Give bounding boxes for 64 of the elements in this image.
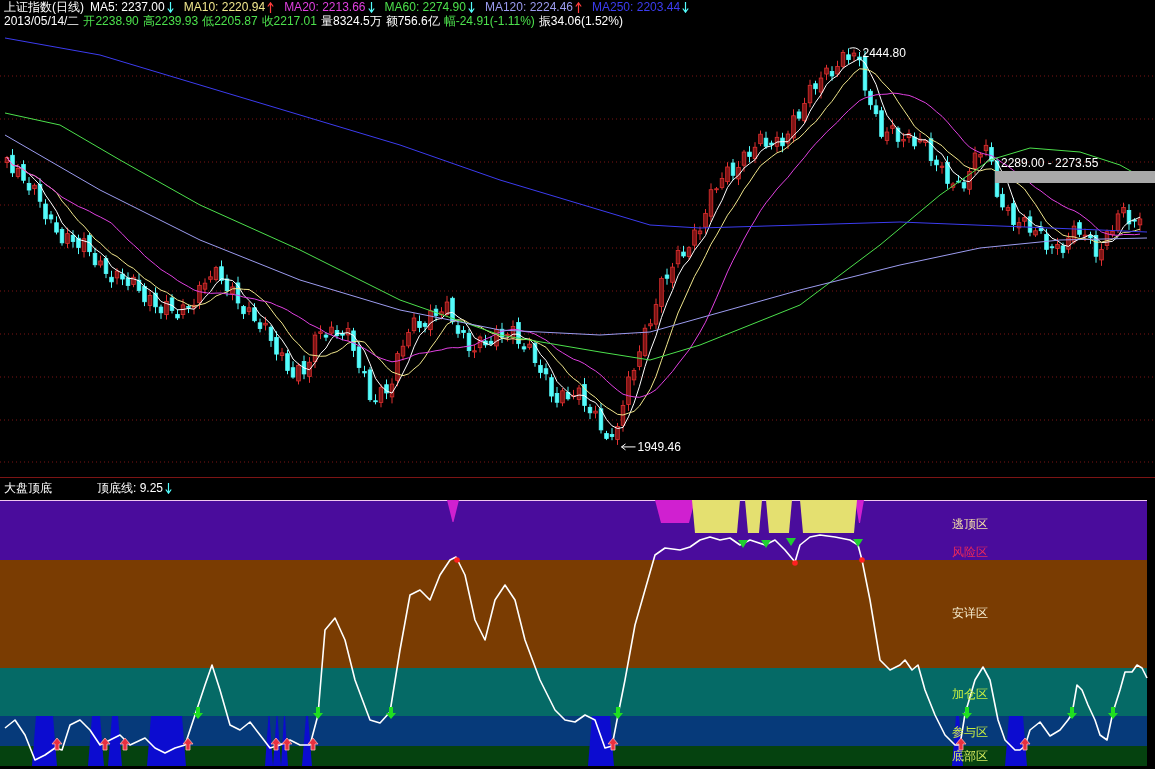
up-arrow-icon (119, 737, 131, 751)
low-price-label: 1949.46 (637, 439, 681, 454)
up-arrow-icon (607, 737, 619, 751)
moving-average-value: MA10: 2220.94 (183, 0, 266, 14)
quote-field: 高2239.93 (142, 14, 199, 28)
down-triangle-icon (853, 539, 863, 547)
down-arrow-icon (386, 707, 396, 719)
bottom-signal-area (1005, 716, 1027, 766)
signal-dot-icon (859, 557, 865, 563)
up-arrow-icon (281, 737, 293, 751)
signal-dot-icon (792, 560, 798, 566)
top-signal-area (800, 500, 857, 533)
down-arrow-icon (962, 707, 972, 719)
bottom-signal-area (32, 716, 57, 766)
zone-label: 逃顶区 (952, 517, 988, 531)
top-signal-area (766, 500, 792, 533)
warning-signal-area (655, 500, 695, 523)
bottom-signal-area (147, 716, 186, 766)
down-arrow-icon (1108, 707, 1118, 719)
warning-signal-area (447, 500, 459, 522)
trade-date: 2013/05/14/二 (4, 14, 80, 28)
quote-field: 量8324.5万 (320, 14, 382, 28)
indicator-value: 顶底线: 9.25 (97, 480, 164, 497)
high-price-label: 2444.80 (862, 46, 906, 61)
quote-field: 开2238.90 (83, 14, 139, 28)
down-triangle-icon (761, 540, 771, 548)
down-triangle-icon (738, 540, 748, 548)
bottom-signal-area (108, 716, 122, 766)
up-arrow-icon (51, 737, 63, 751)
down-arrow-icon (1067, 707, 1077, 719)
moving-average-value: MA20: 2213.66 (284, 0, 366, 14)
price-range-label: 2289.00 - 2273.55 (1001, 156, 1099, 170)
indicator-title: 大盘顶底 (4, 480, 52, 497)
index-title: 上证指数(日线) (4, 0, 84, 14)
up-arrow-icon (182, 737, 194, 751)
quote-field: 低2205.87 (202, 14, 258, 28)
bottom-signal-area (302, 716, 312, 766)
bottom-signal-area (88, 716, 104, 766)
down-arrow-icon (193, 707, 203, 719)
low-leader-arrow (621, 443, 636, 451)
top-signal-area (692, 500, 740, 533)
up-arrow-icon (955, 737, 967, 751)
quote-field: 收2217.01 (261, 14, 317, 28)
bottom-signal-area (588, 716, 614, 766)
moving-average-value: MA250: 2203.44 (592, 0, 681, 14)
up-arrow-icon (99, 737, 111, 751)
quote-field: 幅-24.91(-1.11%) (443, 14, 535, 28)
top-signal-area (745, 500, 762, 533)
quote-field: 振34.06(1.52%) (538, 14, 623, 28)
quote-field: 额756.6亿 (385, 14, 440, 28)
up-arrow-icon (270, 737, 282, 751)
zone-label: 风险区 (952, 545, 988, 559)
zone-label: 安详区 (952, 606, 988, 620)
moving-average-value: MA5: 2237.00 (90, 0, 165, 14)
moving-average-value: MA60: 2274.90 (384, 0, 466, 14)
down-arrow-icon (613, 707, 623, 719)
down-arrow-icon (313, 707, 323, 719)
moving-average-value: MA120: 2224.46 (484, 0, 573, 14)
down-triangle-icon (786, 538, 796, 546)
high-leader-line (849, 47, 861, 52)
up-arrow-icon (1019, 737, 1031, 751)
up-arrow-icon (307, 737, 319, 751)
signal-dot-icon (454, 557, 460, 563)
warning-signal-area (855, 500, 864, 523)
